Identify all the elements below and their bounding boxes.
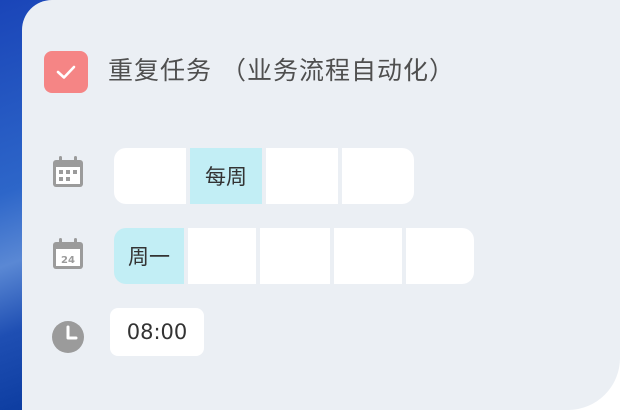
repeat-frequency-selector: 每周 (114, 148, 414, 204)
weekday-option-4[interactable] (334, 228, 402, 284)
repeat-option-3[interactable] (266, 148, 338, 204)
calendar-grid-icon (53, 156, 83, 187)
repeat-option-weekly[interactable]: 每周 (190, 148, 262, 204)
weekday-selector: 周一 (114, 228, 474, 284)
weekday-option-2[interactable] (188, 228, 256, 284)
clock-icon (52, 321, 84, 353)
repeat-task-checkbox[interactable] (44, 51, 88, 93)
time-input[interactable]: 08:00 (110, 308, 204, 356)
weekday-option-3[interactable] (260, 228, 330, 284)
repeat-task-title: 重复任务 （业务流程自动化） (108, 56, 455, 85)
calendar-24-icon: 24 (53, 238, 83, 269)
checkmark-icon (56, 65, 76, 79)
weekday-option-monday[interactable]: 周一 (114, 228, 184, 284)
calendar-number: 24 (61, 255, 75, 266)
repeat-task-panel: 重复任务 （业务流程自动化） 每周 24 周一 08:00 (22, 0, 620, 410)
weekday-option-5[interactable] (406, 228, 474, 284)
repeat-option-1[interactable] (114, 148, 186, 204)
repeat-option-4[interactable] (342, 148, 414, 204)
